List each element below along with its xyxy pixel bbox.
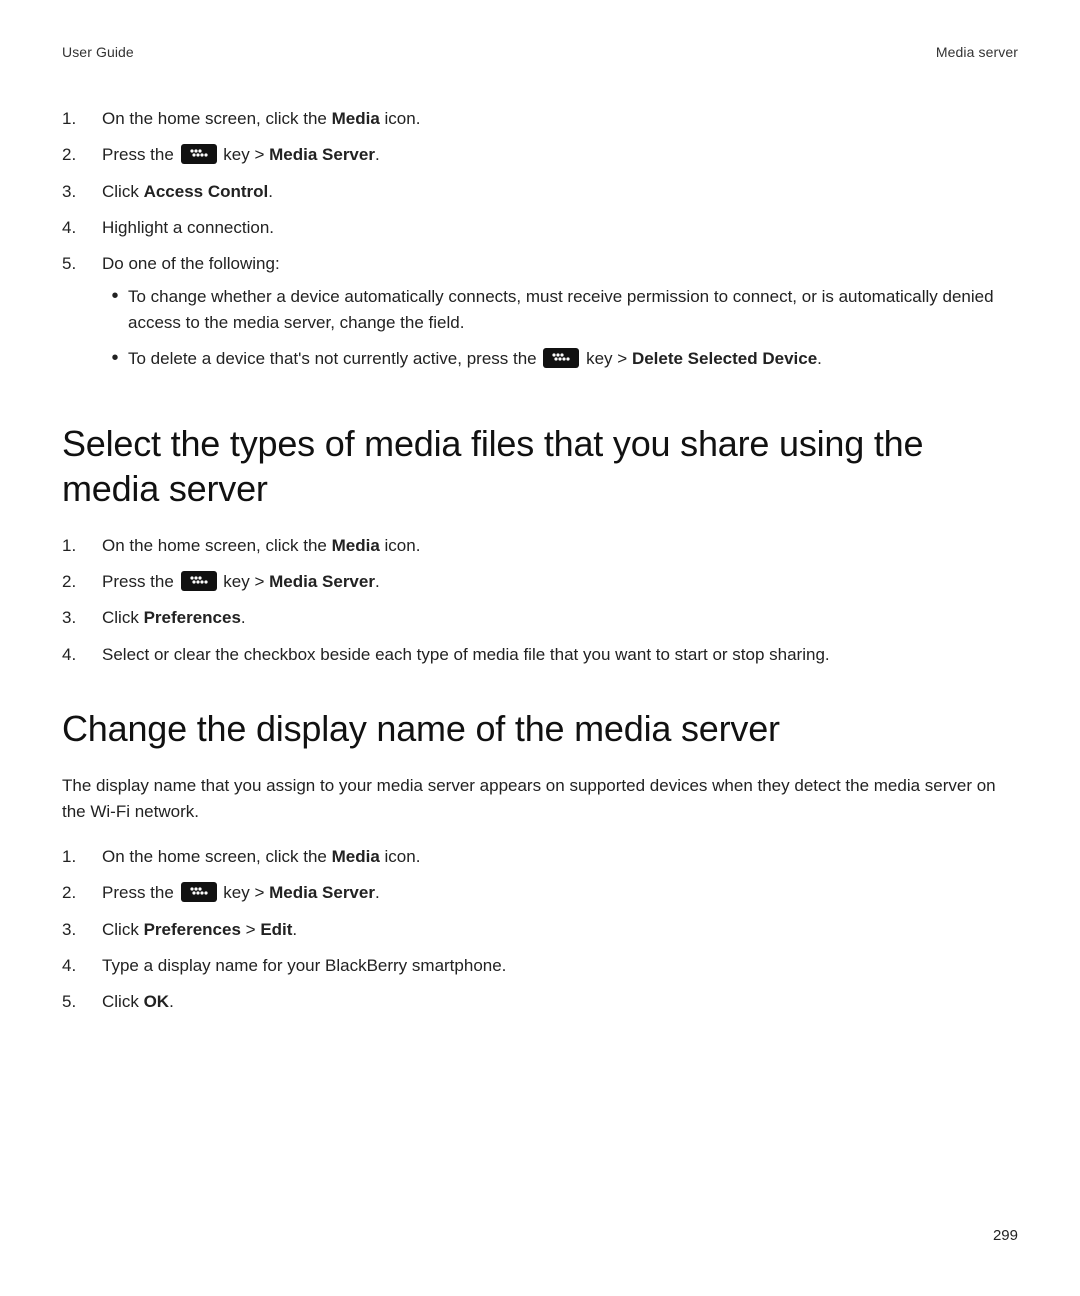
step-number: 5. xyxy=(62,251,102,277)
step-number: 4. xyxy=(62,953,102,979)
step-body: On the home screen, click the Media icon… xyxy=(102,106,1018,132)
step-body: On the home screen, click the Media icon… xyxy=(102,844,1018,870)
step-body: Click OK. xyxy=(102,989,1018,1015)
step-number: 4. xyxy=(62,215,102,241)
list-item: 1. On the home screen, click the Media i… xyxy=(62,106,1018,132)
sub-bullets: To change whether a device automatically… xyxy=(102,284,1018,373)
step-number: 3. xyxy=(62,917,102,943)
step-number: 1. xyxy=(62,844,102,870)
display-name-paragraph: The display name that you assign to your… xyxy=(62,773,1018,826)
step-number: 1. xyxy=(62,533,102,559)
step-number: 2. xyxy=(62,569,102,595)
list-item: 2. Press the key > Media Server. xyxy=(62,142,1018,168)
list-item: 1. On the home screen, click the Media i… xyxy=(62,533,1018,559)
heading-change-display-name: Change the display name of the media ser… xyxy=(62,706,1018,751)
steps-change-display-name: 1. On the home screen, click the Media i… xyxy=(62,844,1018,1016)
list-item: 3. Click Preferences. xyxy=(62,605,1018,631)
step-number: 2. xyxy=(62,142,102,168)
menu-key-icon xyxy=(543,348,579,368)
steps-select-media-types: 1. On the home screen, click the Media i… xyxy=(62,533,1018,668)
step-body: On the home screen, click the Media icon… xyxy=(102,533,1018,559)
list-item: To change whether a device automatically… xyxy=(102,284,1018,337)
heading-select-media-types: Select the types of media files that you… xyxy=(62,421,1018,511)
step-body: Click Preferences > Edit. xyxy=(102,917,1018,943)
page-number: 299 xyxy=(993,1227,1018,1244)
step-body: Select or clear the checkbox beside each… xyxy=(102,642,1018,668)
list-item: 2. Press the key > Media Server. xyxy=(62,880,1018,906)
step-number: 3. xyxy=(62,179,102,205)
step-number: 1. xyxy=(62,106,102,132)
step-body: Press the key > Media Server. xyxy=(102,142,1018,168)
list-item: 3. Click Access Control. xyxy=(62,179,1018,205)
step-body: Click Access Control. xyxy=(102,179,1018,205)
step-number: 5. xyxy=(62,989,102,1015)
step-body: Click Preferences. xyxy=(102,605,1018,631)
list-item: 4. Type a display name for your BlackBer… xyxy=(62,953,1018,979)
sub-body: To delete a device that's not currently … xyxy=(128,346,1018,372)
list-item: 4. Select or clear the checkbox beside e… xyxy=(62,642,1018,668)
header-left: User Guide xyxy=(62,44,134,60)
list-item: 4. Highlight a connection. xyxy=(62,215,1018,241)
header-right: Media server xyxy=(936,44,1018,60)
list-item: 1. On the home screen, click the Media i… xyxy=(62,844,1018,870)
step-body: Do one of the following: To change wheth… xyxy=(102,251,1018,382)
steps-access-control: 1. On the home screen, click the Media i… xyxy=(62,106,1018,383)
step-body: Highlight a connection. xyxy=(102,215,1018,241)
doc-page: User Guide Media server 1. On the home s… xyxy=(0,0,1080,1296)
menu-key-icon xyxy=(181,144,217,164)
page-header: User Guide Media server xyxy=(62,44,1018,60)
step-number: 3. xyxy=(62,605,102,631)
list-item: 3. Click Preferences > Edit. xyxy=(62,917,1018,943)
list-item: To delete a device that's not currently … xyxy=(102,346,1018,372)
menu-key-icon xyxy=(181,882,217,902)
step-body: Press the key > Media Server. xyxy=(102,569,1018,595)
step-body: Type a display name for your BlackBerry … xyxy=(102,953,1018,979)
menu-key-icon xyxy=(181,571,217,591)
step-number: 4. xyxy=(62,642,102,668)
step-body: Press the key > Media Server. xyxy=(102,880,1018,906)
list-item: 5. Do one of the following: To change wh… xyxy=(62,251,1018,382)
list-item: 5. Click OK. xyxy=(62,989,1018,1015)
step-number: 2. xyxy=(62,880,102,906)
list-item: 2. Press the key > Media Server. xyxy=(62,569,1018,595)
